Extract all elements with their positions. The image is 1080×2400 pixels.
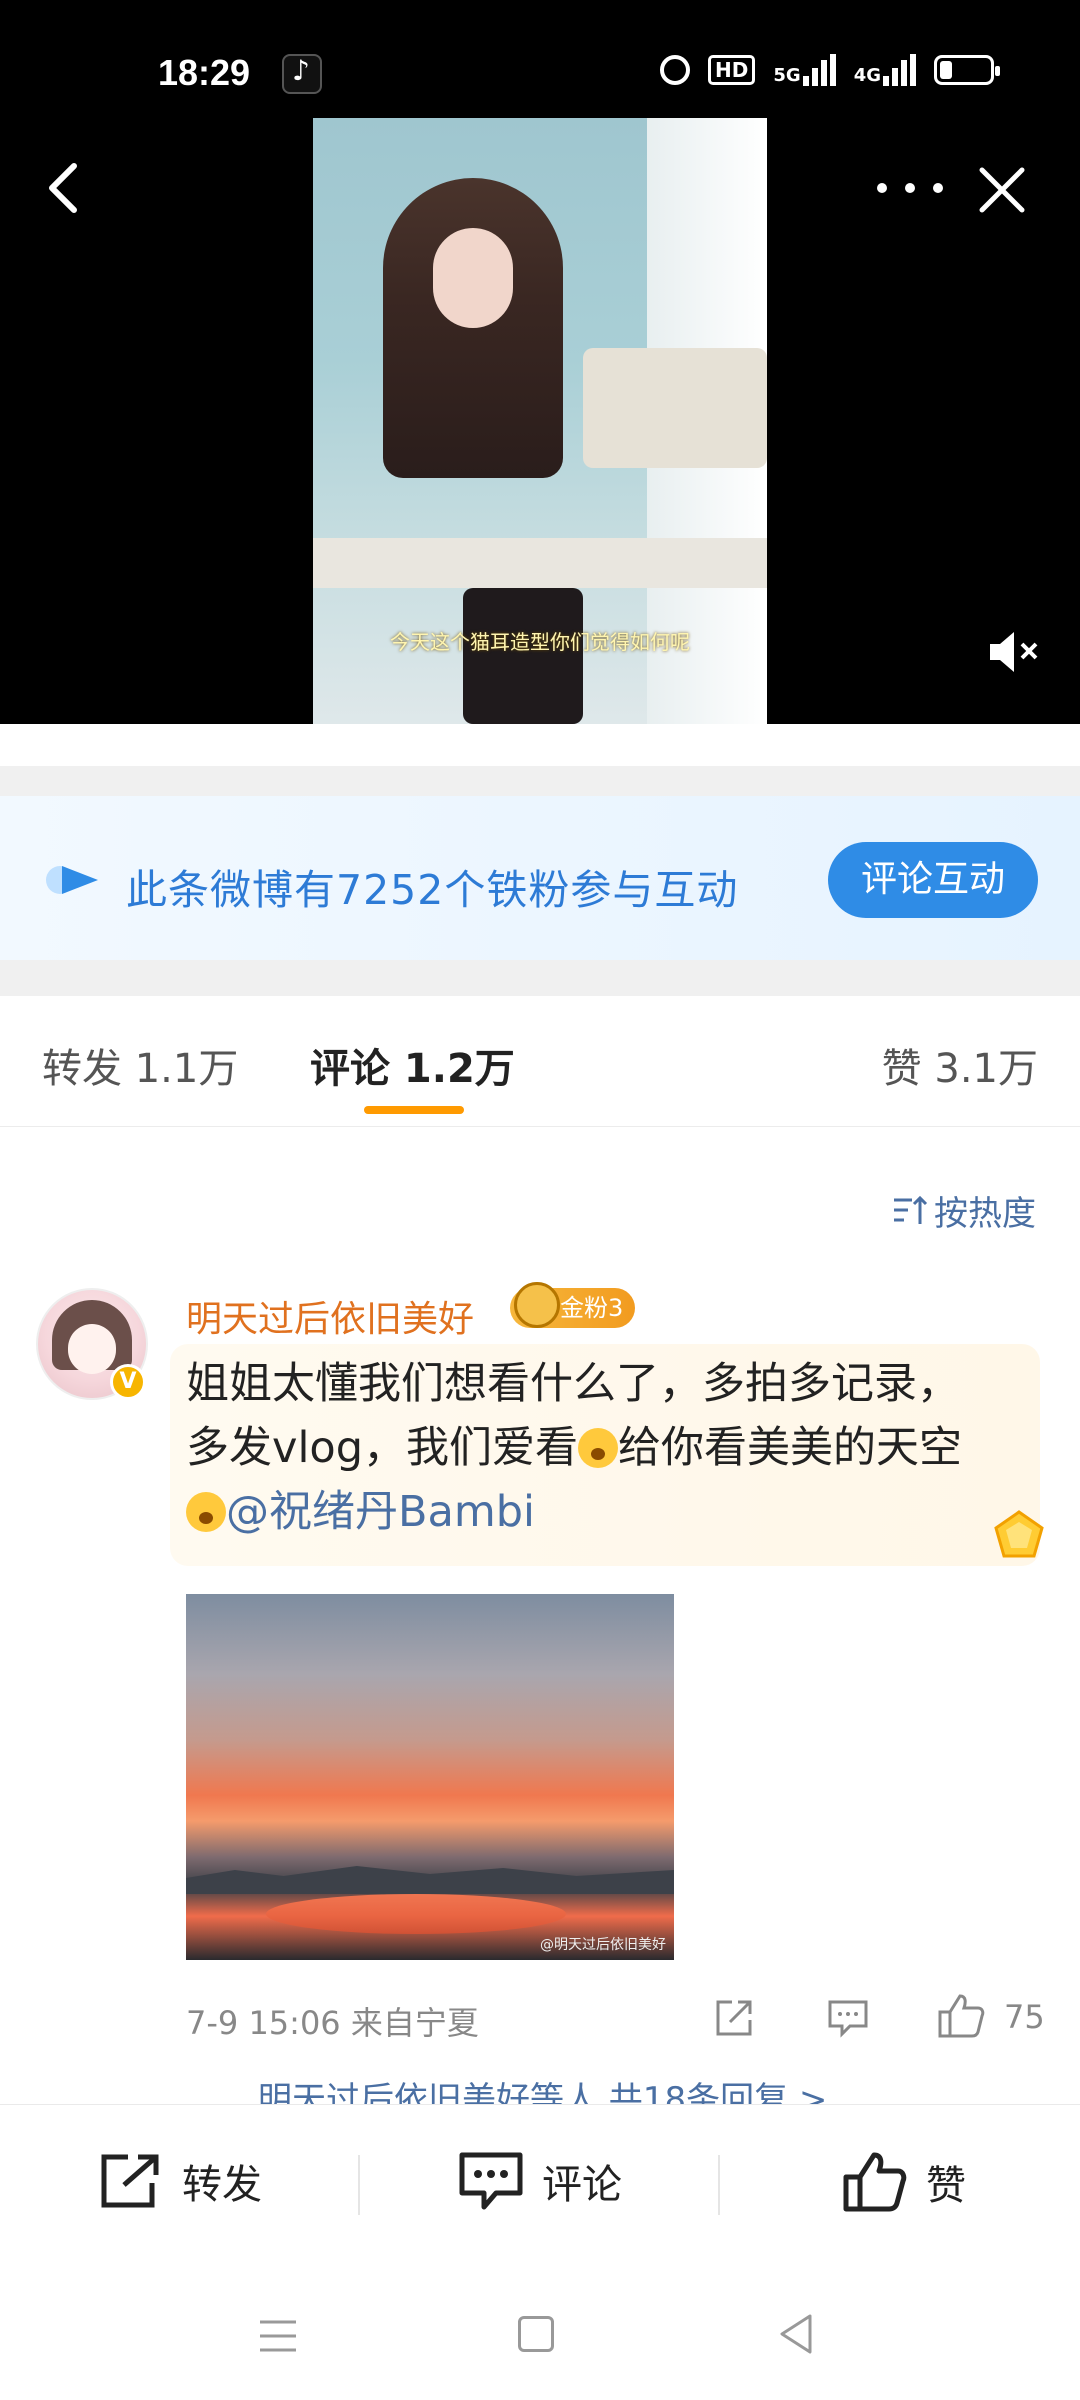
status-icons: HD 5G 4G	[660, 54, 1000, 86]
alarm-icon	[660, 55, 691, 85]
repost-button[interactable]: 转发	[98, 2151, 262, 2211]
mention-link[interactable]: @祝绪丹Bambi	[226, 1487, 535, 1537]
repost-icon	[101, 2154, 159, 2208]
image-watermark: @明天过后依旧美好	[540, 1937, 666, 1953]
gold-fan-badge[interactable]: 金粉3	[510, 1282, 636, 1328]
iron-fans-text: 此条微博有7252个铁粉参与互动	[126, 866, 739, 914]
sort-icon	[894, 1195, 928, 1224]
menu-icon[interactable]	[258, 2318, 298, 2354]
comment-meta: 7-9 15:06 来自宁夏	[186, 2004, 479, 2042]
signal-5g-label: 5G	[773, 65, 801, 86]
signal-bars-icon	[883, 54, 916, 86]
signal-bars-icon	[802, 54, 836, 86]
commenter-name[interactable]: 明天过后依旧美好	[186, 1290, 474, 1342]
video-scene-desk	[313, 538, 767, 588]
tiktok-app-icon	[282, 54, 322, 94]
comment-label: 评论	[542, 2162, 622, 2208]
bar-divider	[358, 2155, 360, 2215]
fan-badge-label: 金粉3	[560, 1294, 624, 1322]
status-time: 18:29	[158, 52, 251, 93]
thumbs-up-icon	[843, 2152, 907, 2212]
avatar-face	[68, 1324, 116, 1374]
hd-icon: HD	[708, 55, 756, 85]
sort-label: 按热度	[934, 1194, 1036, 1234]
verified-badge-icon: V	[110, 1364, 146, 1400]
share-icon[interactable]	[712, 1996, 756, 2040]
speaker-muted-icon[interactable]	[984, 624, 1044, 680]
image-water-reflection	[266, 1894, 566, 1934]
status-bar: 18:29 HD 5G 4G	[0, 40, 1080, 104]
repost-label: 转发	[182, 2162, 262, 2208]
back-triangle-icon[interactable]	[776, 2312, 816, 2356]
reply-icon[interactable]	[826, 1998, 870, 2038]
comment-image-sunset[interactable]: @明天过后依旧美好	[186, 1594, 674, 1960]
like-label: 赞	[926, 2163, 966, 2209]
comment-line-2b: 给你看美美的天空	[618, 1423, 962, 1473]
image-mountains	[186, 1866, 674, 1894]
section-divider	[0, 766, 1080, 796]
bar-divider	[718, 2155, 720, 2215]
home-square-icon[interactable]	[518, 2316, 554, 2352]
video-scene-boots	[463, 588, 583, 724]
gem-decoration-icon	[994, 1510, 1044, 1558]
sort-by-hot-button[interactable]: 按热度	[892, 1186, 1036, 1235]
video-player[interactable]: 18:29 HD 5G 4G 今天这个猫耳造型	[0, 0, 1080, 724]
video-scene-face	[433, 228, 513, 328]
section-divider	[0, 960, 1080, 996]
like-count: 75	[1004, 1998, 1045, 2036]
video-caption: 今天这个猫耳造型你们觉得如何呢	[390, 630, 690, 654]
signal-4g-icon: 4G	[854, 54, 916, 86]
video-scene-person	[383, 178, 563, 478]
fans-interaction-icon	[46, 866, 98, 894]
comment-text[interactable]: 姐姐太懂我们想看什么了，多拍多记录， 多发vlog，我们爱看 给你看美美的天空 @…	[186, 1352, 1006, 1544]
video-scene-typewriter	[583, 348, 767, 468]
chevron-left-icon[interactable]	[36, 158, 96, 218]
comment-interact-button[interactable]: 评论互动	[828, 842, 1038, 918]
signal-5g-icon: 5G	[773, 54, 836, 86]
video-frame[interactable]: 今天这个猫耳造型你们觉得如何呢	[313, 118, 767, 724]
tab-comment[interactable]: 评论 1.2万	[310, 1036, 515, 1094]
comment-icon	[459, 2152, 523, 2210]
fan-badge-icon	[514, 1282, 560, 1328]
thumbs-up-icon[interactable]	[936, 1992, 986, 2040]
post-tabs: 转发 1.1万 评论 1.2万 赞 3.1万	[0, 996, 1080, 1127]
battery-icon	[934, 55, 1000, 85]
emoji-surprised-icon	[186, 1492, 226, 1532]
tab-like[interactable]: 赞 3.1万	[882, 1036, 1038, 1094]
tab-repost[interactable]: 转发 1.1万	[42, 1036, 238, 1094]
comment-button[interactable]: 评论	[458, 2151, 622, 2211]
like-button[interactable]: 赞	[842, 2151, 966, 2213]
active-tab-indicator	[364, 1106, 464, 1114]
comment-line-1: 姐姐太懂我们想看什么了，多拍多记录，	[186, 1359, 960, 1409]
more-horizontal-icon[interactable]	[870, 168, 950, 208]
emoji-surprised-icon	[578, 1428, 618, 1468]
system-nav-bar	[0, 2270, 1080, 2400]
signal-4g-label: 4G	[853, 65, 881, 86]
close-icon[interactable]	[972, 160, 1032, 220]
comment-line-2a: 多发vlog，我们爱看	[186, 1423, 578, 1473]
bottom-action-bar: 转发 评论 赞	[0, 2104, 1080, 2271]
